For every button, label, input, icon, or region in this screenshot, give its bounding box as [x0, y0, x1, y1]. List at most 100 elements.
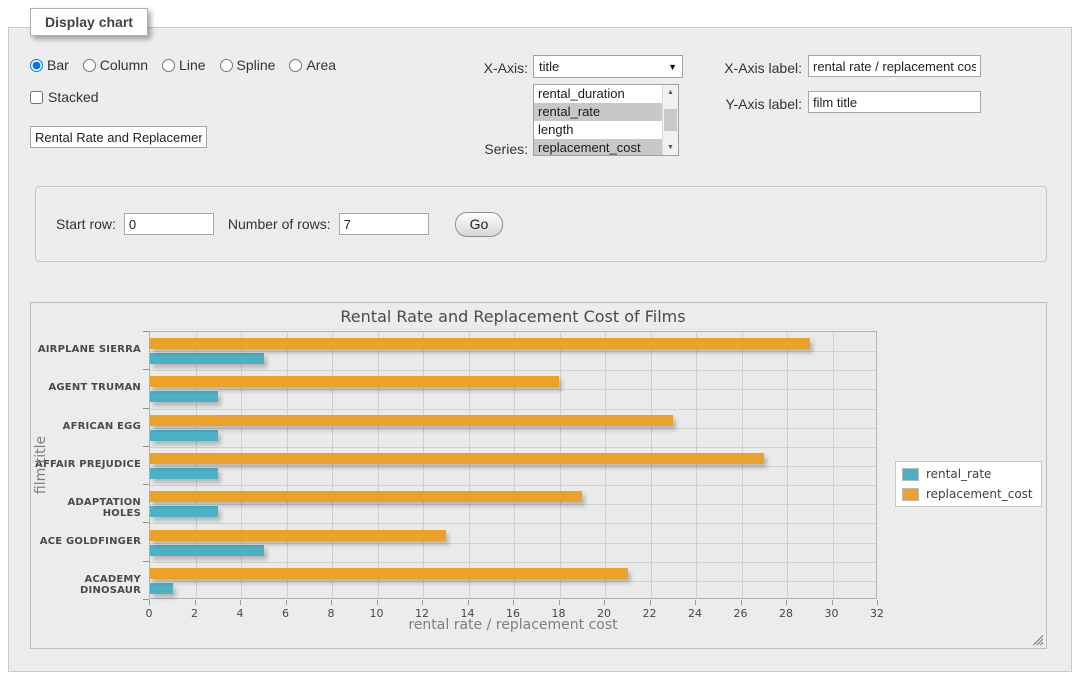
category-label: ACE GOLDFINGER: [33, 536, 141, 547]
gridline-horizontal: [150, 428, 876, 429]
gridline-vertical: [378, 332, 379, 598]
chevron-down-icon: ▼: [668, 62, 677, 72]
series-options: rental_durationrental_ratelengthreplacem…: [534, 85, 662, 155]
gridline-vertical: [787, 332, 788, 598]
scrollbar-thumb[interactable]: [664, 109, 677, 131]
x-axis-label-input[interactable]: [808, 55, 981, 77]
series-option-replacement_cost[interactable]: replacement_cost: [534, 139, 662, 155]
gridline-vertical: [651, 332, 652, 598]
x-axis-title: rental rate / replacement cost: [149, 617, 877, 633]
gridline-horizontal: [150, 370, 876, 371]
chart-type-radio-spline[interactable]: [220, 59, 233, 72]
x-tick-mark: [422, 600, 423, 605]
bar-replacement_cost: [150, 376, 559, 387]
legend-label: rental_rate: [926, 467, 991, 481]
scroll-down-icon[interactable]: ▼: [663, 140, 678, 155]
bar-rental_rate: [150, 583, 173, 594]
gridline-vertical: [605, 332, 606, 598]
y-axis-label-input[interactable]: [808, 91, 981, 113]
gridline-horizontal: [150, 543, 876, 544]
chart-type-option-bar[interactable]: Bar: [30, 57, 69, 73]
start-row-label: Start row:: [56, 216, 116, 232]
x-tick-mark: [559, 600, 560, 605]
chart-type-radio-area[interactable]: [289, 59, 302, 72]
row-controls-panel: Start row: Number of rows: Go: [35, 186, 1047, 262]
legend-swatch: [902, 488, 919, 501]
scroll-up-icon[interactable]: ▲: [663, 85, 678, 100]
chart-type-radios: Bar Column Line Spline Area: [30, 57, 346, 73]
chart-type-option-line[interactable]: Line: [162, 57, 205, 73]
stacked-checkbox-row[interactable]: Stacked: [30, 89, 99, 105]
category-label: ADAPTATION HOLES: [33, 497, 141, 519]
x-tick-mark: [513, 600, 514, 605]
category-label: AFRICAN EGG: [33, 421, 141, 432]
chart-type-label: Line: [179, 57, 205, 73]
gridline-horizontal: [150, 351, 876, 352]
chart-type-option-spline[interactable]: Spline: [220, 57, 276, 73]
scrollbar-track[interactable]: [663, 100, 678, 140]
x-tick-mark: [195, 600, 196, 605]
legend-label: replacement_cost: [926, 487, 1033, 501]
bar-rental_rate: [150, 506, 218, 517]
go-button[interactable]: Go: [455, 212, 504, 237]
legend-swatch: [902, 468, 919, 481]
gridline-horizontal: [150, 485, 876, 486]
series-select-label: Series:: [430, 141, 528, 157]
series-option-length[interactable]: length: [534, 121, 662, 139]
bar-rental_rate: [150, 468, 218, 479]
category-label: ACADEMY DINOSAUR: [33, 574, 141, 596]
chart-legend: rental_rate replacement_cost: [895, 461, 1042, 507]
gridline-vertical: [833, 332, 834, 598]
x-tick-mark: [741, 600, 742, 605]
num-rows-input[interactable]: [339, 213, 429, 235]
series-option-rental_duration[interactable]: rental_duration: [534, 85, 662, 103]
chart-type-radio-column[interactable]: [83, 59, 96, 72]
gridline-vertical: [469, 332, 470, 598]
bar-rental_rate: [150, 545, 264, 556]
chart-title: Rental Rate and Replacement Cost of Film…: [149, 307, 877, 326]
stacked-label: Stacked: [48, 89, 99, 105]
x-tick-mark: [832, 600, 833, 605]
plot-area: [149, 331, 877, 599]
gridline-horizontal: [150, 504, 876, 505]
chart-type-radio-line[interactable]: [162, 59, 175, 72]
x-tick-mark: [695, 600, 696, 605]
bar-replacement_cost: [150, 415, 673, 426]
x-tick-mark: [650, 600, 651, 605]
chart-type-option-column[interactable]: Column: [83, 57, 148, 73]
bar-rental_rate: [150, 353, 264, 364]
resize-handle-icon[interactable]: [1031, 633, 1043, 645]
gridline-horizontal: [150, 409, 876, 410]
chart-type-radio-bar[interactable]: [30, 59, 43, 72]
gridline-vertical: [560, 332, 561, 598]
series-scrollbar[interactable]: ▲ ▼: [662, 85, 678, 155]
x-tick-mark: [286, 600, 287, 605]
stacked-checkbox[interactable]: [30, 91, 43, 104]
x-tick-mark: [877, 600, 878, 605]
fieldset-title: Display chart: [30, 8, 148, 36]
x-axis-select[interactable]: title ▼: [533, 55, 683, 78]
x-tick-mark: [240, 600, 241, 605]
chart-type-label: Spline: [237, 57, 276, 73]
bar-replacement_cost: [150, 491, 582, 502]
chart-type-option-area[interactable]: Area: [289, 57, 336, 73]
chart-title-input[interactable]: [30, 126, 207, 148]
legend-item-rental_rate: rental_rate: [902, 467, 1033, 481]
category-label: AIRPLANE SIERRA: [33, 344, 141, 355]
bar-replacement_cost: [150, 568, 628, 579]
gridline-horizontal: [150, 389, 876, 390]
series-option-rental_rate[interactable]: rental_rate: [534, 103, 662, 121]
y-axis-title: film title: [33, 405, 49, 525]
chart-container: Rental Rate and Replacement Cost of Film…: [30, 302, 1047, 649]
y-axis-label-caption: Y-Axis label:: [712, 96, 802, 112]
bar-replacement_cost: [150, 338, 810, 349]
x-axis-selected-value: title: [539, 59, 559, 74]
x-tick-mark: [604, 600, 605, 605]
bar-rental_rate: [150, 391, 218, 402]
start-row-input[interactable]: [124, 213, 214, 235]
series-multiselect[interactable]: rental_durationrental_ratelengthreplacem…: [533, 84, 679, 156]
gridline-horizontal: [150, 447, 876, 448]
num-rows-label: Number of rows:: [228, 216, 331, 232]
bar-replacement_cost: [150, 453, 764, 464]
chart-type-label: Column: [100, 57, 148, 73]
